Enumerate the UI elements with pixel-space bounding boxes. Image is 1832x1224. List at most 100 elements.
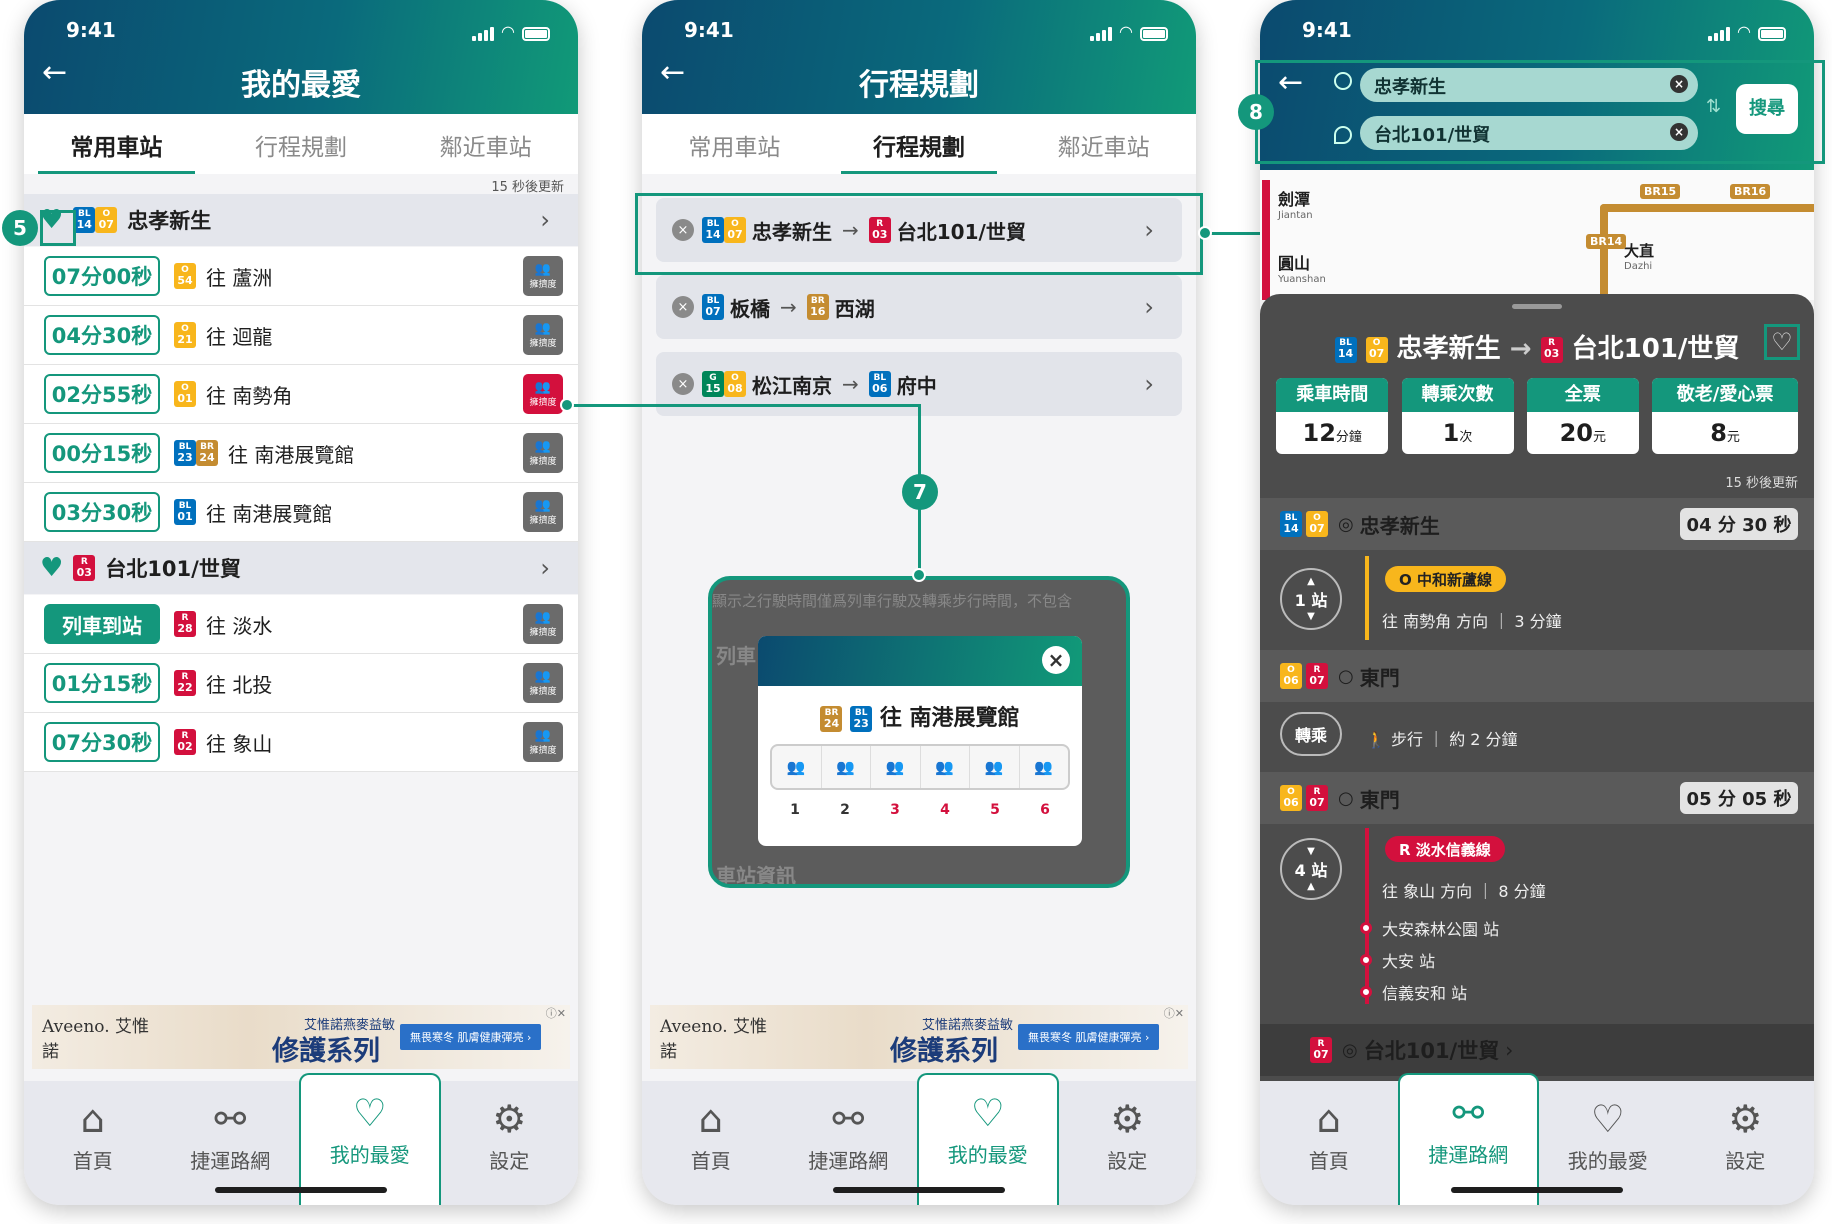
crowd-level-button[interactable]: 👥 擁擠度 bbox=[523, 663, 563, 703]
status-time: 9:41 bbox=[684, 18, 734, 42]
ad-headline: 修護系列 bbox=[272, 1035, 380, 1067]
gear-icon: ⚙ bbox=[1110, 1097, 1145, 1141]
tab-nearby-stations[interactable]: 鄰近車站 bbox=[393, 114, 578, 174]
crowd-people-icon: 👥 bbox=[534, 262, 552, 277]
ad-brand: Aveeno. 艾惟諾 bbox=[42, 1017, 150, 1062]
map-station-dazhi[interactable]: 大直 Dazhi bbox=[1624, 240, 1654, 272]
station-header[interactable]: ♥ BL 14 O 07 忠孝新生 › bbox=[24, 194, 578, 246]
home-icon: ⌂ bbox=[698, 1097, 723, 1141]
chevron-right-icon: › bbox=[540, 554, 550, 582]
arrival-row[interactable]: 03分30秒 BL 01 往 南港展覽館 👥 擁擠度 bbox=[24, 483, 578, 542]
remove-plan-icon[interactable]: × bbox=[672, 373, 694, 395]
step-transfer-station[interactable]: O 06 R 07 ○ 東門 bbox=[1260, 650, 1814, 702]
home-icon: ⌂ bbox=[80, 1097, 105, 1141]
nav-home[interactable]: ⌂ 首頁 bbox=[1260, 1081, 1398, 1205]
ad-banner[interactable]: Aveeno. 艾惟諾 艾惟諾燕麥益敏 修護系列 無畏寒冬 肌膚健康彈亮 › ⓘ… bbox=[650, 1005, 1188, 1069]
crowd-people-icon: 👥 bbox=[1034, 758, 1054, 776]
battery-icon bbox=[1140, 27, 1168, 41]
battery-icon bbox=[522, 27, 550, 41]
line-badge: O 21 bbox=[174, 322, 196, 348]
tab-trip-planning[interactable]: 行程規劃 bbox=[209, 114, 394, 174]
ad-button[interactable]: 無畏寒冬 肌膚健康彈亮 › bbox=[1018, 1024, 1160, 1050]
network-icon: ⚯ bbox=[214, 1097, 247, 1141]
metro-map: 劍潭 Jiantan 圓山 Yuanshan 大直 Dazhi BR15 BR16 B… bbox=[1260, 160, 1814, 300]
walk-icon: 🚶 bbox=[1366, 730, 1386, 749]
crowd-level-button[interactable]: 👥 擁擠度 bbox=[523, 256, 563, 296]
nav-home[interactable]: ⌂ 首頁 bbox=[642, 1081, 780, 1205]
signal-icon bbox=[472, 27, 495, 41]
leg2-stop-count: ▼ 4 站 ▲ bbox=[1280, 838, 1342, 900]
countdown-pill: 05 分 05 秒 bbox=[1680, 782, 1798, 814]
remove-plan-icon[interactable]: × bbox=[672, 296, 694, 318]
arrival-row[interactable]: 07分00秒 O 54 往 蘆洲 👥 擁擠度 bbox=[24, 247, 578, 306]
chevron-right-icon: › bbox=[540, 206, 550, 234]
crowd-people-icon: 👥 bbox=[935, 758, 955, 776]
station-ring-icon: ○ bbox=[1338, 787, 1354, 809]
tab-frequent-stations[interactable]: 常用車站 bbox=[24, 114, 209, 174]
crowd-level-button[interactable]: 👥 擁擠度 bbox=[523, 492, 563, 532]
leg1-line-tag: O 中和新蘆線 bbox=[1385, 566, 1506, 592]
map-station-yuanshan[interactable]: 圓山 Yuanshan bbox=[1278, 250, 1326, 285]
phone-trip-planning: 9:41 ◠ ← 行程規劃 常用車站 行程規劃 鄰近車站 × BL 14 O 07 忠… bbox=[642, 0, 1196, 1205]
arrival-row[interactable]: 04分30秒 O 21 往 迴龍 👥 擁擠度 bbox=[24, 306, 578, 365]
nav-settings[interactable]: ⚙ 設定 bbox=[1059, 1081, 1197, 1205]
step-start-station[interactable]: BL 14 O 07 ◎ 忠孝新生 04 分 30 秒 bbox=[1260, 498, 1814, 550]
crowd-level-button[interactable]: 👥 擁擠度 bbox=[523, 722, 563, 762]
station-name: 台北101/世貿 bbox=[105, 557, 241, 581]
ad-button[interactable]: 無畏寒冬 肌膚健康彈亮 › bbox=[400, 1024, 542, 1050]
station-header[interactable]: ♥ R 03 台北101/世貿 › bbox=[24, 542, 578, 594]
arrival-row[interactable]: 07分30秒 R 02 往 象山 👥 擁擠度 bbox=[24, 713, 578, 772]
arrow-right-icon: → bbox=[842, 372, 859, 396]
arrival-row[interactable]: 01分15秒 R 22 往 北投 👥 擁擠度 bbox=[24, 654, 578, 713]
ad-banner[interactable]: Aveeno. 艾惟諾 艾惟諾燕麥益敏 修護系列 無畏寒冬 肌膚健康彈亮 › ⓘ… bbox=[32, 1005, 570, 1069]
heart-icon[interactable]: ♥ bbox=[40, 553, 63, 583]
arrival-row[interactable]: 02分55秒 O 01 往 南勢角 👥 擁擠度 bbox=[24, 365, 578, 424]
crowd-level-button[interactable]: 👥 擁擠度 bbox=[523, 433, 563, 473]
crowd-level-button[interactable]: 👥 擁擠度 bbox=[523, 315, 563, 355]
line-badge: BR 24 bbox=[820, 706, 843, 732]
arrival-row[interactable]: 列車到站 R 28 往 淡水 👥 擁擠度 bbox=[24, 595, 578, 654]
route-stat: 乘車時間 12分鐘 bbox=[1276, 378, 1389, 454]
gear-icon: ⚙ bbox=[492, 1097, 527, 1141]
callout-5-box bbox=[40, 210, 76, 246]
line-badge: BL 14 bbox=[73, 207, 96, 233]
nav-label: 首頁 bbox=[1308, 1149, 1349, 1173]
step-transfer-station-2[interactable]: O 06 R 07 ○ 東門 05 分 05 秒 bbox=[1260, 772, 1814, 824]
favorite-heart-icon[interactable]: ♡ bbox=[1764, 324, 1800, 360]
nav-network[interactable]: ⚯ 捷運路網 bbox=[1397, 1073, 1539, 1205]
nav-home[interactable]: ⌂ 首頁 bbox=[24, 1081, 162, 1205]
ad-close-icon[interactable]: ⓘ✕ bbox=[1164, 1005, 1184, 1021]
ad-headline: 修護系列 bbox=[890, 1035, 998, 1067]
tab-nearby-stations[interactable]: 鄰近車站 bbox=[1011, 114, 1196, 174]
intermediate-stop: 大安 站 bbox=[1360, 948, 1435, 972]
plan-to: 西湖 bbox=[834, 296, 875, 321]
nav-settings[interactable]: ⚙ 設定 bbox=[1677, 1081, 1815, 1205]
arrival-row[interactable]: 00分15秒 BL 23 BR 24 往 南港展覽館 👥 擁擠度 bbox=[24, 424, 578, 483]
home-indicator bbox=[1451, 1187, 1623, 1193]
step-end-station[interactable]: R 07 ◎ 台北101/世貿 › bbox=[1260, 1024, 1814, 1076]
tab-frequent-stations[interactable]: 常用車站 bbox=[642, 114, 827, 174]
popup-close-button[interactable]: × bbox=[1042, 646, 1070, 674]
line-badge: O 54 bbox=[174, 263, 196, 289]
ad-sub: 艾惟諾燕麥益敏 bbox=[304, 1018, 396, 1033]
line-badge: O 07 bbox=[1306, 511, 1328, 537]
callout-8-box bbox=[1255, 60, 1825, 164]
map-station-jiantan[interactable]: 劍潭 Jiantan bbox=[1278, 186, 1313, 221]
ad-close-icon[interactable]: ⓘ✕ bbox=[546, 1005, 566, 1021]
station-name: 忠孝新生 bbox=[127, 209, 212, 233]
crowd-level-button[interactable]: 👥 擁擠度 bbox=[523, 604, 563, 644]
line-badge: BL 23 bbox=[174, 440, 196, 466]
crowd-level-button[interactable]: 👥 擁擠度 bbox=[523, 374, 563, 414]
train-car: 👥 bbox=[772, 746, 821, 788]
saved-plan-row[interactable]: × BL 07 板橋 → BR 16 西湖 › bbox=[656, 275, 1182, 339]
nav-favorites[interactable]: ♡ 我的最愛 bbox=[917, 1073, 1059, 1205]
tab-trip-planning[interactable]: 行程規劃 bbox=[827, 114, 1012, 174]
nav-favorites[interactable]: ♡ 我的最愛 bbox=[299, 1073, 441, 1205]
nav-label: 捷運路網 bbox=[190, 1149, 271, 1173]
popup-header bbox=[758, 636, 1082, 686]
status-time: 9:41 bbox=[66, 18, 116, 42]
popup-bg-info: 車站資訊 bbox=[716, 864, 796, 888]
nav-settings[interactable]: ⚙ 設定 bbox=[441, 1081, 579, 1205]
arrival-direction: 往 南勢角 bbox=[206, 383, 293, 408]
train-car: 👥 bbox=[1018, 746, 1069, 788]
